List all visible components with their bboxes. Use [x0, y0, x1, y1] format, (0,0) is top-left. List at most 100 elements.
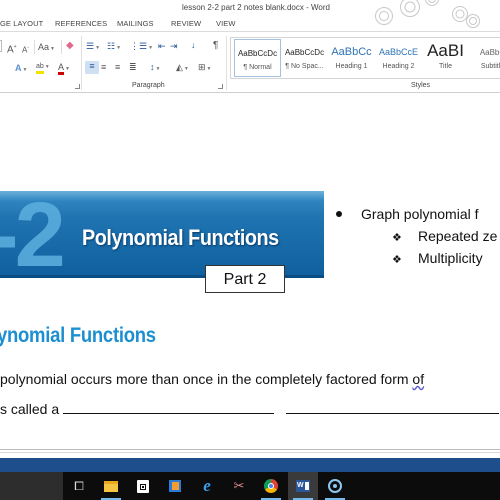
body-line: s called a — [0, 401, 500, 417]
group-separator — [226, 36, 227, 90]
style-sample: AaBI — [427, 41, 464, 60]
align-center-button[interactable]: ≡ — [101, 62, 106, 72]
tab-mailings[interactable]: MAILINGS — [117, 19, 154, 28]
font-dialog-launcher[interactable] — [75, 84, 80, 89]
taskbar-snipping-tool[interactable]: ✂ — [224, 472, 254, 500]
style-label: Heading 2 — [382, 63, 415, 70]
justify-button[interactable]: ≣ — [129, 62, 137, 72]
separator — [61, 40, 62, 54]
taskbar-word[interactable]: W — [288, 472, 318, 500]
section-heading: ynomial Functions — [0, 324, 156, 347]
page-bottom-rule — [0, 449, 500, 450]
taskbar-chrome[interactable] — [256, 472, 286, 500]
decrease-indent-icon[interactable]: ⇤ — [158, 41, 166, 51]
numbering-icon[interactable]: ☷▼ — [107, 41, 121, 53]
font-color-button[interactable]: A▼ — [58, 62, 70, 75]
paragraph-dialog-launcher[interactable] — [218, 84, 223, 89]
multilevel-list-icon[interactable]: ⋮☰▼ — [130, 41, 153, 53]
folder-icon — [104, 480, 118, 492]
media-player-icon — [169, 480, 181, 492]
styles-gallery: AaBbCcDc ¶ Normal AaBbCcDc ¶ No Spac... … — [230, 37, 500, 79]
style-sample: AaBbCcE — [378, 47, 419, 57]
body-text: polynomial occurs more than once in the … — [0, 371, 413, 387]
align-right-button[interactable]: ≡ — [115, 62, 120, 72]
list-item: Graph polynomial f — [336, 206, 479, 222]
style-normal[interactable]: AaBbCcDc ¶ Normal — [234, 39, 281, 77]
body-line: polynomial occurs more than once in the … — [0, 371, 424, 387]
spelling-flagged-word: of — [412, 371, 425, 387]
change-case-button[interactable]: Aa▼ — [38, 42, 55, 54]
taskbar-file-explorer[interactable] — [96, 472, 126, 500]
clear-formatting-icon[interactable]: ◆ — [66, 41, 74, 51]
increase-indent-icon[interactable]: ⇥ — [170, 41, 178, 51]
windows-taskbar: ⧠ e ✂ W — [0, 472, 500, 500]
style-title[interactable]: AaBI Title — [422, 39, 469, 77]
style-label: Subtitle — [480, 63, 500, 70]
tab-view[interactable]: VIEW — [216, 19, 236, 28]
recorder-icon — [328, 479, 342, 493]
snipping-tool-icon: ✂ — [233, 478, 245, 493]
styles-group-label: Styles — [411, 82, 431, 89]
style-label: Title — [439, 63, 452, 70]
paragraph-group-label: Paragraph — [132, 82, 165, 89]
list-item-text: Graph polynomial f — [361, 206, 479, 222]
word-window: lesson 2-2 part 2 notes blank.docx - Wor… — [0, 0, 500, 500]
style-sample: AaBbCcDc — [284, 48, 325, 57]
style-heading-1[interactable]: AaBbCc Heading 1 — [328, 39, 375, 77]
style-heading-2[interactable]: AaBbCcE Heading 2 — [375, 39, 422, 77]
style-label: Heading 1 — [335, 63, 368, 70]
task-view-icon: ⧠ — [74, 479, 84, 493]
font-size-box-edge[interactable] — [0, 40, 2, 52]
word-app-icon: W — [296, 480, 310, 492]
ribbon-tabs: GE LAYOUT REFERENCES MAILINGS REVIEW VIE… — [0, 17, 500, 31]
highlight-color-button[interactable]: ab▼ — [36, 62, 50, 74]
lesson-number: -2 — [0, 184, 66, 286]
part-label-box: Part 2 — [205, 265, 285, 293]
taskbar-internet-explorer[interactable]: e — [192, 472, 222, 500]
store-bag-icon — [137, 479, 149, 493]
diamond-bullet-icon: ❖ — [392, 232, 402, 244]
fill-in-blank — [286, 402, 500, 414]
list-item-text: Multiplicity — [418, 250, 483, 266]
show-formatting-marks-button[interactable]: ¶ — [213, 41, 218, 51]
taskbar-search-area[interactable] — [0, 472, 63, 500]
decorative-swirl — [425, 0, 439, 6]
fill-in-blank — [63, 402, 275, 414]
window-title: lesson 2-2 part 2 notes blank.docx - Wor… — [182, 3, 330, 12]
text-effects-button[interactable]: A▼ — [15, 63, 27, 75]
taskbar-store[interactable] — [128, 472, 158, 500]
taskbar-media-player[interactable] — [160, 472, 190, 500]
page-bottom-rule — [0, 452, 500, 453]
banner-title: Polynomial Functions — [82, 225, 279, 250]
tab-review[interactable]: REVIEW — [171, 19, 201, 28]
list-item: ❖ Multiplicity — [392, 250, 483, 266]
style-label: ¶ No Spac... — [285, 63, 324, 70]
style-subtitle[interactable]: AaBbC Subtitle — [469, 39, 500, 77]
ribbon: A+ A- Aa▼ ◆ A▼ ab▼ A▼ ☰▼ ☷▼ ⋮☰▼ ⇤ ⇥ ↓ ¶ … — [0, 31, 500, 93]
title-bar: lesson 2-2 part 2 notes blank.docx - Wor… — [0, 0, 500, 28]
taskbar-recorder[interactable] — [320, 472, 350, 500]
bullets-icon[interactable]: ☰▼ — [86, 41, 100, 53]
grow-font-button[interactable]: A+ — [7, 42, 17, 55]
style-no-spacing[interactable]: AaBbCcDc ¶ No Spac... — [281, 39, 328, 77]
body-text: s called a — [0, 401, 64, 417]
sort-icon[interactable]: ↓ — [191, 40, 196, 50]
style-sample: AaBbC — [479, 48, 500, 57]
tab-page-layout[interactable]: GE LAYOUT — [0, 19, 43, 28]
shading-icon[interactable]: ◭▼ — [176, 62, 189, 74]
align-left-button[interactable]: ≡ — [85, 61, 99, 74]
chrome-icon — [264, 479, 278, 493]
tab-references[interactable]: REFERENCES — [55, 19, 107, 28]
decorative-swirl — [400, 0, 420, 17]
group-separator — [81, 36, 82, 90]
style-label: ¶ Normal — [243, 64, 272, 71]
borders-icon[interactable]: ⊞▼ — [198, 62, 212, 74]
document-page[interactable]: -2 Polynomial Functions Part 2 Graph pol… — [0, 94, 500, 453]
line-spacing-icon[interactable]: ↕▼ — [150, 62, 160, 74]
shrink-font-button[interactable]: A- — [22, 43, 29, 56]
taskbar-task-view[interactable]: ⧠ — [64, 472, 94, 500]
internet-explorer-icon: e — [203, 476, 211, 495]
diamond-bullet-icon: ❖ — [392, 254, 402, 266]
list-item: ❖ Repeated ze — [392, 228, 497, 244]
list-item-text: Repeated ze — [418, 228, 498, 244]
